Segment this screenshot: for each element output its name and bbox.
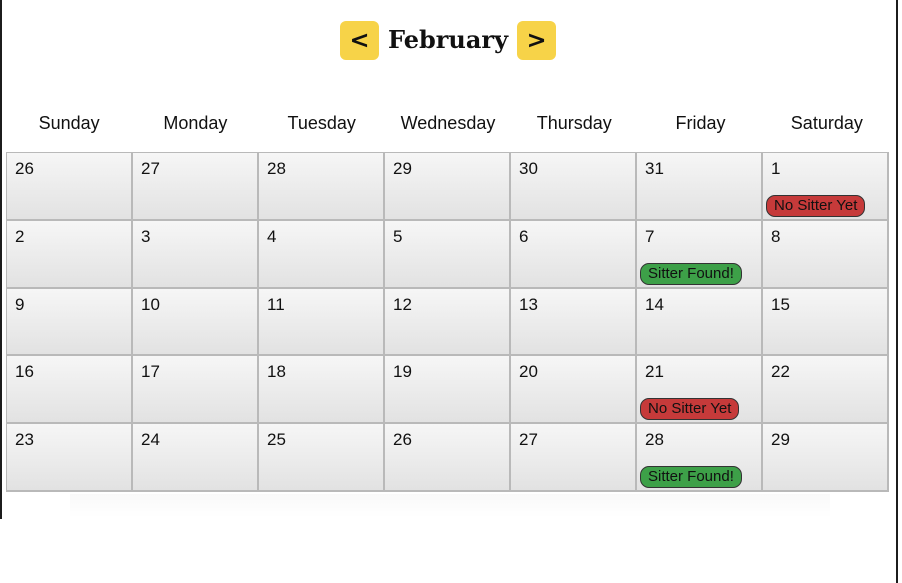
day-cell[interactable]: 24 [133,424,259,492]
day-number: 19 [393,362,412,382]
calendar-grid: 26 27 28 29 30 31 1 No Sitter Yet 2 3 4 5 6 7 Sitter F… [6,152,889,492]
day-number: 14 [645,294,664,314]
weekday-thursday: Thursday [536,113,612,133]
day-cell[interactable]: 29 [385,153,511,221]
day-number: 30 [519,159,538,178]
day-number: 24 [141,430,160,450]
day-number: 3 [141,226,151,246]
day-number: 23 [15,430,34,450]
day-cell[interactable]: 9 [7,288,133,357]
day-number: 29 [771,430,790,450]
day-cell[interactable]: 17 [133,356,259,425]
day-cell[interactable]: 10 [133,288,259,357]
day-number: 21 [645,362,664,382]
prev-month-button[interactable]: < [340,20,379,60]
day-number: 13 [519,294,538,314]
day-cell[interactable]: 26 [385,424,511,492]
day-number: 7 [645,226,655,246]
window-edge-right [896,0,898,583]
day-cell[interactable]: 26 [7,153,133,221]
day-cell[interactable]: 23 [7,424,133,492]
day-number: 28 [267,159,286,178]
day-cell[interactable]: 7 Sitter Found! [637,220,763,289]
day-number: 29 [393,159,412,178]
weekday-sunday: Sunday [38,113,100,133]
day-number: 26 [393,430,412,450]
weekday-monday: Monday [163,113,228,133]
day-cell[interactable]: 25 [259,424,385,492]
day-cell[interactable]: 28 [259,153,385,221]
day-cell[interactable]: 28 Sitter Found! [637,424,763,492]
day-cell[interactable]: 14 [637,288,763,357]
day-cell[interactable]: 22 [763,356,889,425]
day-number: 17 [141,362,160,382]
day-cell[interactable]: 2 [7,220,133,289]
weekday-friday: Friday [675,113,726,133]
day-number: 6 [519,226,529,246]
day-cell[interactable]: 12 [385,288,511,357]
window-edge-left [0,0,2,519]
day-number: 12 [393,294,412,314]
day-number: 20 [519,362,538,382]
day-cell[interactable]: 19 [385,356,511,425]
sitter-found-badge[interactable]: Sitter Found! [640,466,742,488]
month-title: February [388,25,509,54]
day-number: 26 [15,159,34,178]
day-number: 27 [519,430,538,450]
next-month-button[interactable]: > [517,20,557,60]
day-cell[interactable]: 16 [7,356,133,425]
day-number: 8 [771,226,781,246]
day-cell[interactable]: 6 [511,220,637,289]
day-cell[interactable]: 1 No Sitter Yet [763,153,889,221]
day-cell[interactable]: 11 [259,288,385,357]
calendar-page: < February > Sunday Monday Tuesday Wedne… [0,0,902,583]
day-number: 15 [771,294,790,314]
weekday-saturday: Saturday [790,113,863,133]
day-number: 10 [141,294,160,314]
day-cell[interactable]: 3 [133,220,259,289]
day-cell[interactable]: 30 [511,153,637,221]
day-number: 4 [267,226,277,246]
day-number: 2 [15,226,25,246]
day-number: 27 [141,159,160,178]
day-cell[interactable]: 27 [511,424,637,492]
day-number: 28 [645,430,664,450]
day-cell[interactable]: 18 [259,356,385,425]
day-cell[interactable]: 20 [511,356,637,425]
day-cell[interactable]: 27 [133,153,259,221]
day-number: 18 [267,362,286,382]
day-number: 16 [15,362,34,382]
day-number: 31 [645,159,664,178]
day-number: 22 [771,362,790,382]
day-cell[interactable]: 31 [637,153,763,221]
day-cell[interactable]: 4 [259,220,385,289]
weekday-wednesday: Wednesday [400,113,496,133]
day-cell[interactable]: 15 [763,288,889,357]
day-cell[interactable]: 21 No Sitter Yet [637,356,763,425]
day-number: 1 [771,159,781,178]
no-sitter-badge[interactable]: No Sitter Yet [766,194,866,217]
day-number: 5 [393,226,403,246]
day-cell[interactable]: 13 [511,288,637,357]
weekday-tuesday: Tuesday [287,113,356,133]
sitter-found-badge[interactable]: Sitter Found! [640,262,742,285]
day-number: 25 [267,430,286,450]
day-number: 9 [15,294,25,314]
no-sitter-badge[interactable]: No Sitter Yet [640,398,740,421]
day-cell[interactable]: 8 [763,220,889,289]
day-cell[interactable]: 5 [385,220,511,289]
day-cell[interactable]: 29 [763,424,889,492]
weekday-header-row: Sunday Monday Tuesday Wednesday Thursday… [6,110,890,136]
day-number: 11 [267,294,285,314]
calendar-header: < February > [340,20,557,60]
grid-shadow [70,494,830,518]
